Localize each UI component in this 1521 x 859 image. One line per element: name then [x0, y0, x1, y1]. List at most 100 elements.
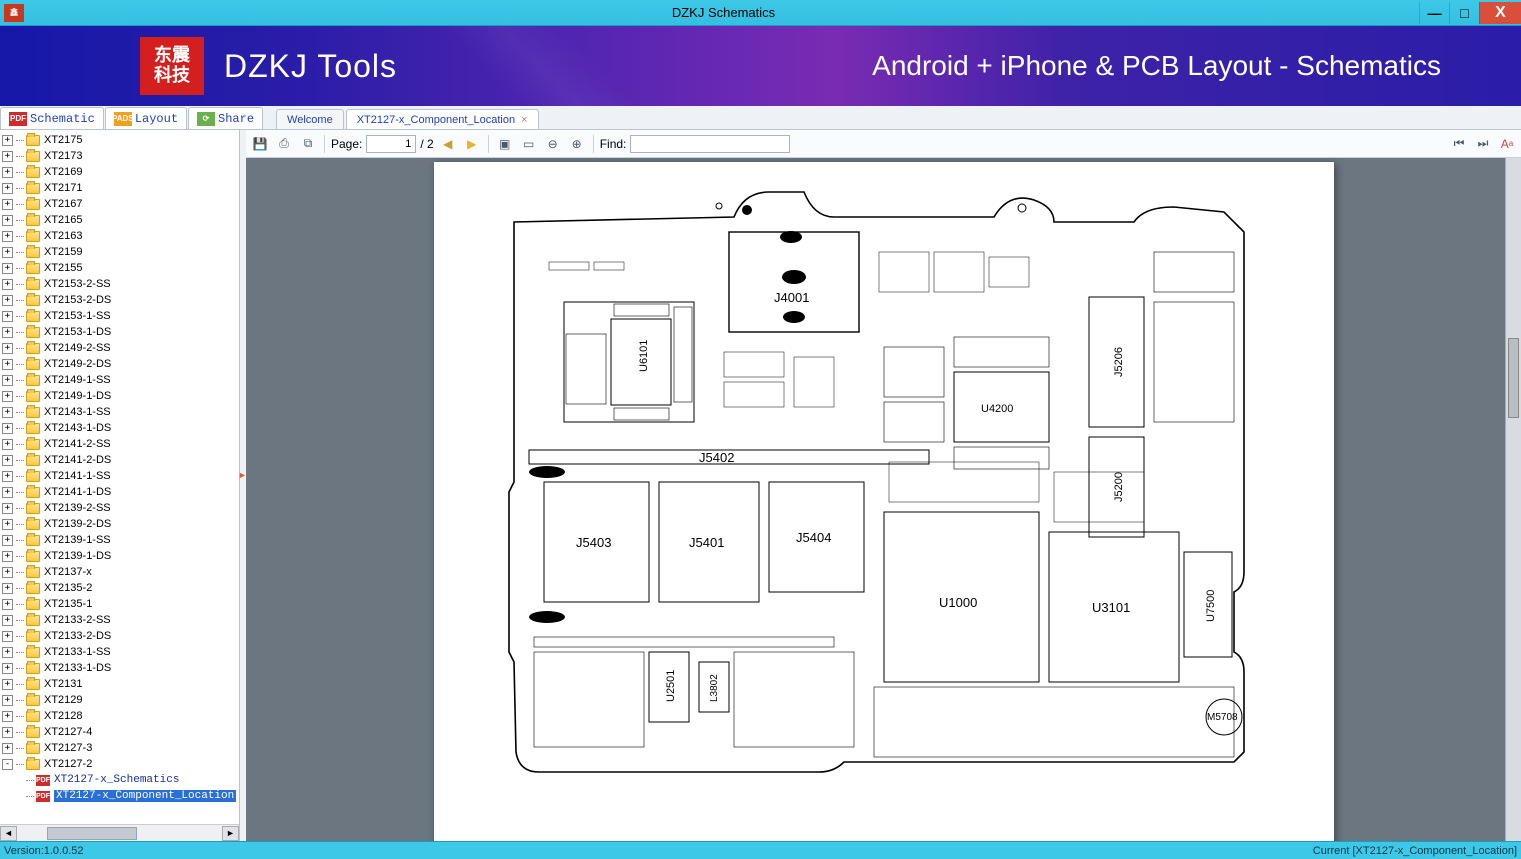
expand-icon[interactable]: +	[2, 631, 13, 642]
tree-file[interactable]: PDFXT2127-x_Schematics	[2, 772, 239, 788]
tree-folder[interactable]: +XT2153-2-SS	[2, 276, 239, 292]
tree-folder[interactable]: +XT2153-2-DS	[2, 292, 239, 308]
save-icon[interactable]: 💾	[250, 134, 270, 154]
expand-icon[interactable]: +	[2, 471, 13, 482]
tree-folder[interactable]: +XT2135-2	[2, 580, 239, 596]
tree-folder[interactable]: +XT2171	[2, 180, 239, 196]
expand-icon[interactable]: +	[2, 743, 13, 754]
tab-layout[interactable]: PADS Layout	[105, 107, 187, 129]
page-input[interactable]	[366, 135, 416, 153]
tree-folder[interactable]: +XT2131	[2, 676, 239, 692]
tree-folder[interactable]: +XT2149-1-DS	[2, 388, 239, 404]
tree-folder[interactable]: +XT2173	[2, 148, 239, 164]
tree-folder[interactable]: +XT2149-2-SS	[2, 340, 239, 356]
expand-icon[interactable]: +	[2, 551, 13, 562]
expand-icon[interactable]: +	[2, 199, 13, 210]
expand-icon[interactable]: +	[2, 183, 13, 194]
expand-icon[interactable]: +	[2, 215, 13, 226]
tree-folder[interactable]: +XT2143-1-SS	[2, 404, 239, 420]
tree-folder[interactable]: +XT2165	[2, 212, 239, 228]
expand-icon[interactable]: +	[2, 583, 13, 594]
tree-hscroll[interactable]: ◄ ►	[0, 824, 239, 841]
expand-icon[interactable]: +	[2, 135, 13, 146]
find-next-icon[interactable]: ⏭	[1473, 134, 1493, 154]
tree-folder[interactable]: +XT2139-1-DS	[2, 548, 239, 564]
text-style-icon[interactable]: Aa	[1497, 134, 1517, 154]
expand-icon[interactable]: +	[2, 711, 13, 722]
expand-icon[interactable]: +	[2, 407, 13, 418]
close-icon[interactable]: ×	[521, 114, 527, 126]
tree-folder[interactable]: +XT2133-2-DS	[2, 628, 239, 644]
expand-icon[interactable]: +	[2, 615, 13, 626]
expand-icon[interactable]: +	[2, 727, 13, 738]
tree-folder[interactable]: +XT2141-1-SS	[2, 468, 239, 484]
pdf-viewer[interactable]: J4001 U6101 J5402 J5403	[246, 158, 1521, 841]
expand-icon[interactable]: +	[2, 295, 13, 306]
expand-icon[interactable]: +	[2, 359, 13, 370]
tree-folder[interactable]: +XT2141-1-DS	[2, 484, 239, 500]
tree-folder[interactable]: +XT2149-2-DS	[2, 356, 239, 372]
copy-icon[interactable]: ⧉	[298, 134, 318, 154]
expand-icon[interactable]: +	[2, 599, 13, 610]
zoom-out-icon[interactable]: ⊖	[543, 134, 563, 154]
tree-folder[interactable]: +XT2149-1-SS	[2, 372, 239, 388]
viewer-vscroll[interactable]	[1505, 158, 1521, 841]
fit-page-icon[interactable]: ▣	[495, 134, 515, 154]
tree-folder[interactable]: +XT2141-2-DS	[2, 452, 239, 468]
expand-icon[interactable]: +	[2, 535, 13, 546]
print-icon[interactable]: ⎙	[274, 134, 294, 154]
tree-folder[interactable]: +XT2135-1	[2, 596, 239, 612]
tree-folder[interactable]: +XT2153-1-SS	[2, 308, 239, 324]
tree-folder[interactable]: +XT2155	[2, 260, 239, 276]
maximize-button[interactable]: □	[1449, 2, 1479, 24]
file-tree[interactable]: +XT2175+XT2173+XT2169+XT2171+XT2167+XT21…	[0, 130, 239, 824]
expand-icon[interactable]: +	[2, 391, 13, 402]
expand-icon[interactable]: +	[2, 231, 13, 242]
tree-folder[interactable]: +XT2133-1-DS	[2, 660, 239, 676]
tab-schematic[interactable]: PDF Schematic	[0, 107, 104, 129]
doc-tab-welcome[interactable]: Welcome	[276, 109, 344, 129]
expand-icon[interactable]: +	[2, 167, 13, 178]
tree-folder[interactable]: +XT2127-3	[2, 740, 239, 756]
expand-icon[interactable]: +	[2, 423, 13, 434]
expand-icon[interactable]: +	[2, 663, 13, 674]
tab-share[interactable]: ⟳ Share	[188, 107, 263, 129]
tree-folder[interactable]: +XT2159	[2, 244, 239, 260]
tree-folder[interactable]: +XT2163	[2, 228, 239, 244]
tree-folder[interactable]: +XT2141-2-SS	[2, 436, 239, 452]
collapse-icon[interactable]: -	[2, 759, 13, 770]
tree-folder[interactable]: +XT2129	[2, 692, 239, 708]
expand-icon[interactable]: +	[2, 279, 13, 290]
tree-folder[interactable]: +XT2137-x	[2, 564, 239, 580]
expand-icon[interactable]: +	[2, 519, 13, 530]
tree-folder[interactable]: +XT2153-1-DS	[2, 324, 239, 340]
scroll-left-icon[interactable]: ◄	[0, 826, 17, 841]
prev-page-icon[interactable]: ◀	[438, 134, 458, 154]
tree-folder[interactable]: +XT2167	[2, 196, 239, 212]
tree-file[interactable]: PDFXT2127-x_Component_Location	[2, 788, 239, 804]
expand-icon[interactable]: +	[2, 263, 13, 274]
tree-folder[interactable]: +XT2127-4	[2, 724, 239, 740]
find-prev-icon[interactable]: ⏮	[1449, 134, 1469, 154]
expand-icon[interactable]: +	[2, 567, 13, 578]
tree-folder[interactable]: +XT2133-2-SS	[2, 612, 239, 628]
hscroll-thumb[interactable]	[47, 827, 137, 840]
expand-icon[interactable]: +	[2, 327, 13, 338]
tree-folder[interactable]: +XT2128	[2, 708, 239, 724]
tree-folder[interactable]: +XT2143-1-DS	[2, 420, 239, 436]
tree-folder[interactable]: +XT2169	[2, 164, 239, 180]
expand-icon[interactable]: +	[2, 647, 13, 658]
expand-icon[interactable]: +	[2, 455, 13, 466]
vscroll-thumb[interactable]	[1508, 338, 1519, 418]
find-input[interactable]	[630, 135, 790, 153]
expand-icon[interactable]: +	[2, 679, 13, 690]
fit-width-icon[interactable]: ▭	[519, 134, 539, 154]
doc-tab-active[interactable]: XT2127-x_Component_Location ×	[346, 109, 539, 129]
tree-folder[interactable]: +XT2133-1-SS	[2, 644, 239, 660]
minimize-button[interactable]: —	[1419, 2, 1449, 24]
tree-folder[interactable]: +XT2139-2-SS	[2, 500, 239, 516]
expand-icon[interactable]: +	[2, 439, 13, 450]
close-button[interactable]: X	[1479, 2, 1521, 24]
next-page-icon[interactable]: ▶	[462, 134, 482, 154]
expand-icon[interactable]: +	[2, 695, 13, 706]
